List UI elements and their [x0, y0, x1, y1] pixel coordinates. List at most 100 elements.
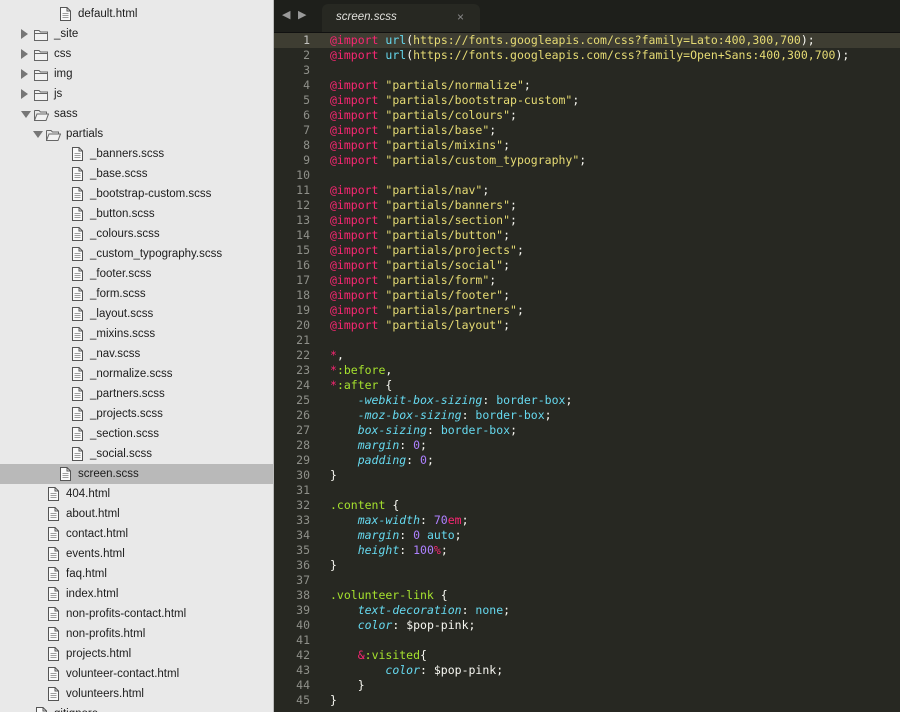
file-item-partners-scss[interactable]: _partners.scss [0, 384, 273, 404]
file-item-button-scss[interactable]: _button.scss [0, 204, 273, 224]
tab-screen-scss[interactable]: screen.scss × [322, 4, 480, 32]
file-item-faq-html[interactable]: faq.html [0, 564, 273, 584]
disclosure-right-icon[interactable] [21, 49, 28, 59]
code-text: @import "partials/custom_typography"; [330, 153, 587, 167]
file-item-404-html[interactable]: 404.html [0, 484, 273, 504]
folder-item-site[interactable]: _site [0, 24, 273, 44]
file-item-footer-scss[interactable]: _footer.scss [0, 264, 273, 284]
file-item-layout-scss[interactable]: _layout.scss [0, 304, 273, 324]
file-item-contact-html[interactable]: contact.html [0, 524, 273, 544]
code-line[interactable]: 13 @import "partials/section"; [274, 213, 900, 228]
code-line[interactable]: 32 .content { [274, 498, 900, 513]
code-line[interactable]: 4 @import "partials/normalize"; [274, 78, 900, 93]
folder-item-img[interactable]: img [0, 64, 273, 84]
code-line[interactable]: 3 [274, 63, 900, 78]
code-line[interactable]: 42 &:visited{ [274, 648, 900, 663]
file-item-about-html[interactable]: about.html [0, 504, 273, 524]
code-line[interactable]: 11 @import "partials/nav"; [274, 183, 900, 198]
editor-pane: ◀ ▶ screen.scss × 1 @import url(https://f… [274, 0, 900, 712]
code-line[interactable]: 7 @import "partials/base"; [274, 123, 900, 138]
code-line[interactable]: 28 margin: 0; [274, 438, 900, 453]
file-item-mixins-scss[interactable]: _mixins.scss [0, 324, 273, 344]
file-sidebar: default.html _site css img js sass partials _ba… [0, 0, 274, 712]
code-line[interactable]: 33 max-width: 70em; [274, 513, 900, 528]
tree-item-label: contact.html [66, 528, 128, 540]
file-item-volunteers-html[interactable]: volunteers.html [0, 684, 273, 704]
file-item-base-scss[interactable]: _base.scss [0, 164, 273, 184]
file-item-colours-scss[interactable]: _colours.scss [0, 224, 273, 244]
code-line[interactable]: 44 } [274, 678, 900, 693]
code-line[interactable]: 26 -moz-box-sizing: border-box; [274, 408, 900, 423]
tree-item-label: _normalize.scss [90, 368, 173, 380]
code-line[interactable]: 19 @import "partials/partners"; [274, 303, 900, 318]
code-line[interactable]: 1 @import url(https://fonts.googleapis.co… [274, 33, 900, 48]
code-line[interactable]: 37 [274, 573, 900, 588]
line-number: 30 [296, 468, 310, 482]
code-line[interactable]: 12 @import "partials/banners"; [274, 198, 900, 213]
file-item-non-profits-contact-html[interactable]: non-profits-contact.html [0, 604, 273, 624]
forward-arrow-icon[interactable]: ▶ [298, 8, 306, 22]
code-line[interactable]: 22 *, [274, 348, 900, 363]
file-item-index-html[interactable]: index.html [0, 584, 273, 604]
code-line[interactable]: 6 @import "partials/colours"; [274, 108, 900, 123]
file-item-gitignore[interactable]: gitignore [0, 704, 273, 712]
code-line[interactable]: 2 @import url(https://fonts.googleapis.co… [274, 48, 900, 63]
file-item-volunteer-contact-html[interactable]: volunteer-contact.html [0, 664, 273, 684]
file-item-projects-html[interactable]: projects.html [0, 644, 273, 664]
folder-item-partials[interactable]: partials [0, 124, 273, 144]
folder-item-css[interactable]: css [0, 44, 273, 64]
code-line[interactable]: 16 @import "partials/social"; [274, 258, 900, 273]
code-line[interactable]: 36} [274, 558, 900, 573]
code-line[interactable]: 20 @import "partials/layout"; [274, 318, 900, 333]
disclosure-down-icon[interactable] [33, 131, 43, 138]
file-item-default-html[interactable]: default.html [0, 4, 273, 24]
disclosure-right-icon[interactable] [21, 29, 28, 39]
code-line[interactable]: 27 box-sizing: border-box; [274, 423, 900, 438]
code-line[interactable]: 5 @import "partials/bootstrap-custom"; [274, 93, 900, 108]
code-line[interactable]: 17 @import "partials/form"; [274, 273, 900, 288]
back-arrow-icon[interactable]: ◀ [282, 8, 290, 22]
code-line[interactable]: 14 @import "partials/button"; [274, 228, 900, 243]
file-item-screen-scss[interactable]: screen.scss [0, 464, 273, 484]
close-icon[interactable]: × [457, 10, 464, 24]
code-line[interactable]: 25 -webkit-box-sizing: border-box; [274, 393, 900, 408]
disclosure-right-icon[interactable] [21, 69, 28, 79]
code-line[interactable]: 23 *:before, [274, 363, 900, 378]
file-item-projects-scss[interactable]: _projects.scss [0, 404, 273, 424]
code-line[interactable]: 35 height: 100%; [274, 543, 900, 558]
file-item-bootstrap-custom-scss[interactable]: _bootstrap-custom.scss [0, 184, 273, 204]
code-line[interactable]: 29 padding: 0; [274, 453, 900, 468]
code-line[interactable]: 18 @import "partials/footer"; [274, 288, 900, 303]
code-line[interactable]: 21 [274, 333, 900, 348]
code-text: @import "partials/colours"; [330, 108, 517, 122]
code-line[interactable]: 43 color: $pop-pink; [274, 663, 900, 678]
disclosure-down-icon[interactable] [21, 111, 31, 118]
file-item-non-profits-html[interactable]: non-profits.html [0, 624, 273, 644]
folder-item-sass[interactable]: sass [0, 104, 273, 124]
disclosure-right-icon[interactable] [21, 89, 28, 99]
code-line[interactable]: 8 @import "partials/mixins"; [274, 138, 900, 153]
code-line[interactable]: 15 @import "partials/projects"; [274, 243, 900, 258]
file-item-nav-scss[interactable]: _nav.scss [0, 344, 273, 364]
file-item-form-scss[interactable]: _form.scss [0, 284, 273, 304]
code-line[interactable]: 10 [274, 168, 900, 183]
file-item-section-scss[interactable]: _section.scss [0, 424, 273, 444]
file-item-normalize-scss[interactable]: _normalize.scss [0, 364, 273, 384]
code-text: height: 100%; [357, 543, 448, 557]
code-line[interactable]: 41 [274, 633, 900, 648]
code-line[interactable]: 34 margin: 0 auto; [274, 528, 900, 543]
code-line[interactable]: 38 .volunteer-link { [274, 588, 900, 603]
code-line[interactable]: 30} [274, 468, 900, 483]
folder-item-js[interactable]: js [0, 84, 273, 104]
code-line[interactable]: 9 @import "partials/custom_typography"; [274, 153, 900, 168]
file-item-events-html[interactable]: events.html [0, 544, 273, 564]
code-line[interactable]: 31 [274, 483, 900, 498]
code-line[interactable]: 39 text-decoration: none; [274, 603, 900, 618]
file-item-banners-scss[interactable]: _banners.scss [0, 144, 273, 164]
file-item-custom-typography-scss[interactable]: _custom_typography.scss [0, 244, 273, 264]
code-line[interactable]: 24 *:after { [274, 378, 900, 393]
line-number: 19 [296, 303, 310, 317]
file-item-social-scss[interactable]: _social.scss [0, 444, 273, 464]
code-line[interactable]: 45} [274, 693, 900, 708]
code-line[interactable]: 40 color: $pop-pink; [274, 618, 900, 633]
